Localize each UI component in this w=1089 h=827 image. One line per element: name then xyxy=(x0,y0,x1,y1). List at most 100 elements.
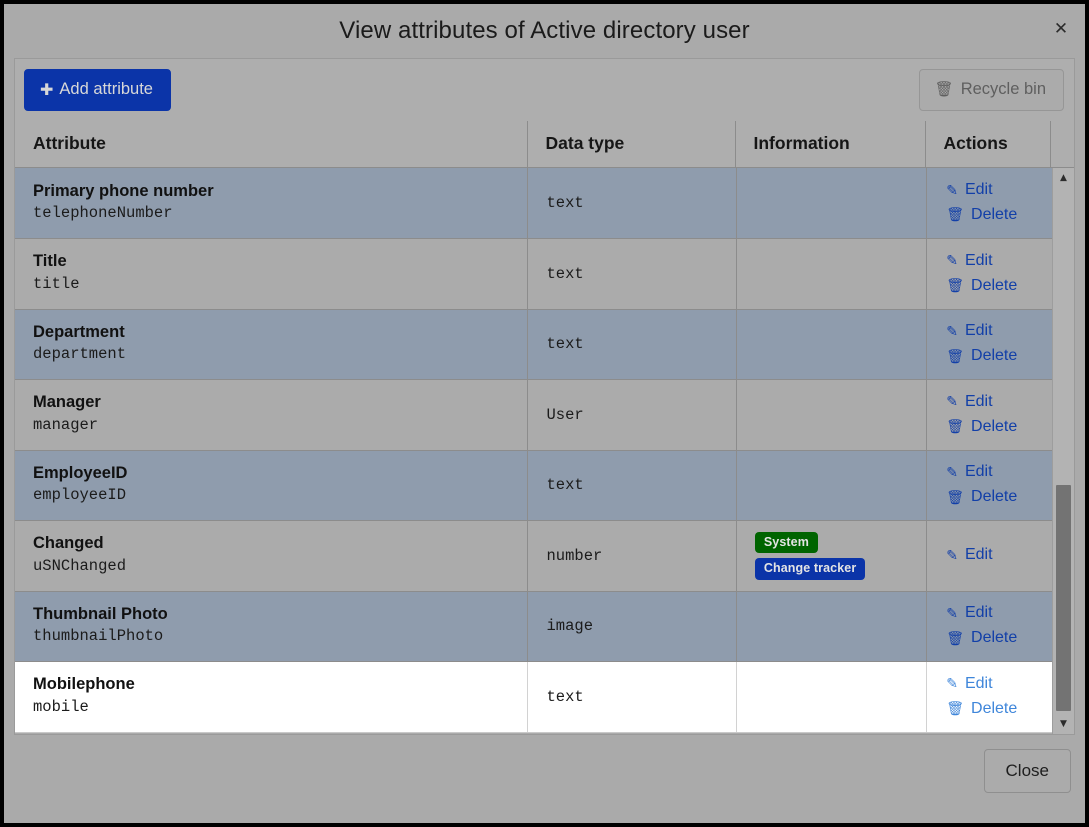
view-attributes-dialog: View attributes of Active directory user… xyxy=(4,4,1085,823)
action-links: ✎ Edit 🗑 Delete xyxy=(945,674,1052,720)
caret-down-icon[interactable]: ▼ xyxy=(1053,714,1075,734)
attribute-display-name: Changed xyxy=(33,534,104,553)
table-row[interactable]: EmployeeID employeeID text ✎ Edit 🗑 Delete xyxy=(15,450,1052,521)
cell-attribute: Title title xyxy=(15,238,529,310)
table-row[interactable]: Primary phone number telephoneNumber text ✎… xyxy=(15,168,1052,239)
recycle-bin-label: Recycle bin xyxy=(960,80,1046,99)
caret-up-icon[interactable]: ▲ xyxy=(1053,168,1075,188)
cell-data-type: image xyxy=(527,591,737,662)
edit-link[interactable]: ✎ Edit xyxy=(946,392,1052,413)
attributes-table-header: Attribute Data type Information Actions xyxy=(15,121,1074,168)
edit-link[interactable]: ✎ Edit xyxy=(946,251,1052,272)
attribute-ldap-name: manager xyxy=(33,415,99,434)
delete-link[interactable]: 🗑 Delete xyxy=(946,699,1052,720)
column-header-attribute: Attribute xyxy=(15,121,528,168)
cell-information xyxy=(736,168,928,239)
dialog-footer: Close xyxy=(4,735,1085,823)
column-header-information: Information xyxy=(735,121,926,168)
action-links: ✎ Edit xyxy=(945,545,1052,566)
scrollbar-track[interactable] xyxy=(1053,188,1074,714)
delete-link[interactable]: 🗑 Delete xyxy=(946,205,1052,226)
delete-link[interactable]: 🗑 Delete xyxy=(946,487,1052,508)
cell-attribute: Manager manager xyxy=(15,379,529,451)
delete-link-label: Delete xyxy=(971,417,1018,435)
action-links: ✎ Edit 🗑 Delete xyxy=(945,251,1052,297)
add-attribute-button[interactable]: ✚ Add attribute xyxy=(24,69,171,111)
cell-data-type: text xyxy=(527,661,737,733)
attribute-display-name: Title xyxy=(33,252,67,271)
delete-link-label: Delete xyxy=(971,347,1018,365)
attribute-ldap-name: telephoneNumber xyxy=(33,204,173,222)
cell-actions: ✎ Edit xyxy=(926,520,1052,592)
attribute-ldap-name: uSNChanged xyxy=(33,556,127,575)
cell-information: System Change tracker xyxy=(736,520,928,592)
edit-link[interactable]: ✎ Edit xyxy=(946,545,1052,566)
status-badge: System xyxy=(754,531,818,554)
cell-attribute: Department department xyxy=(15,309,529,380)
edit-link[interactable]: ✎ Edit xyxy=(946,603,1052,624)
table-row[interactable]: Manager manager User ✎ Edit 🗑 Delete xyxy=(15,379,1052,451)
edit-link[interactable]: ✎ Edit xyxy=(946,180,1052,201)
edit-link[interactable]: ✎ Edit xyxy=(946,462,1052,483)
edit-link-label: Edit xyxy=(964,322,993,340)
action-links: ✎ Edit 🗑 Delete xyxy=(945,180,1052,226)
column-header-actions: Actions xyxy=(925,121,1051,168)
cell-actions: ✎ Edit 🗑 Delete xyxy=(926,450,1052,521)
delete-link[interactable]: 🗑 Delete xyxy=(946,628,1052,649)
attribute-ldap-name: department xyxy=(33,345,127,364)
scrollbar-thumb[interactable] xyxy=(1056,485,1071,712)
attribute-ldap-name: employeeID xyxy=(33,486,127,505)
cell-actions: ✎ Edit 🗑 Delete xyxy=(926,238,1052,310)
table-row[interactable]: Thumbnail Photo thumbnailPhoto image ✎ Edit 🗑… xyxy=(15,591,1052,662)
delete-link[interactable]: 🗑 Delete xyxy=(946,276,1052,297)
pencil-icon: ✎ xyxy=(946,253,958,270)
cell-information xyxy=(736,309,928,380)
table-row[interactable]: Mobilephone mobile text ✎ Edit 🗑 Delete xyxy=(15,661,1052,733)
close-button[interactable]: Close xyxy=(983,749,1071,793)
table-toolbar: ✚ Add attribute 🗑 Recycle bin xyxy=(14,58,1075,121)
attribute-display-name: EmployeeID xyxy=(33,463,128,482)
cell-information xyxy=(736,379,928,451)
edit-link-label: Edit xyxy=(964,674,993,692)
add-attribute-label: Add attribute xyxy=(59,80,153,99)
edit-link[interactable]: ✎ Edit xyxy=(946,674,1052,695)
trash-icon: 🗑 xyxy=(946,419,965,436)
data-type-value: text xyxy=(546,476,584,495)
edit-link[interactable]: ✎ Edit xyxy=(946,321,1052,342)
cell-information xyxy=(736,238,928,310)
attribute-ldap-name: title xyxy=(33,274,80,293)
recycle-bin-button[interactable]: 🗑 Recycle bin xyxy=(918,69,1064,111)
cell-information xyxy=(736,450,928,521)
plus-icon: ✚ xyxy=(40,79,54,99)
delete-link-label: Delete xyxy=(971,699,1018,717)
action-links: ✎ Edit 🗑 Delete xyxy=(945,462,1052,508)
attribute-display-name: Mobilephone xyxy=(33,675,135,694)
table-row[interactable]: Title title text ✎ Edit 🗑 Delete xyxy=(15,238,1052,310)
table-header-row: Attribute Data type Information Actions xyxy=(15,121,1074,168)
edit-link-label: Edit xyxy=(964,463,993,481)
delete-link[interactable]: 🗑 Delete xyxy=(946,346,1052,367)
table-row[interactable]: Department department text ✎ Edit 🗑 Delete xyxy=(15,309,1052,380)
status-badge: Change tracker xyxy=(754,558,866,580)
delete-link[interactable]: 🗑 Delete xyxy=(946,417,1052,438)
pencil-icon: ✎ xyxy=(946,323,958,340)
data-type-value: text xyxy=(546,194,584,212)
attribute-display-name: Thumbnail Photo xyxy=(33,604,168,623)
table-scroll-area: Primary phone number telephoneNumber text ✎… xyxy=(15,168,1074,734)
cell-attribute: Primary phone number telephoneNumber xyxy=(15,168,529,239)
data-type-value: User xyxy=(546,405,584,424)
table-row[interactable]: Changed uSNChanged number System Change trac… xyxy=(15,520,1052,592)
edit-link-label: Edit xyxy=(964,604,993,622)
column-header-spacer xyxy=(1050,121,1074,168)
vertical-scrollbar[interactable]: ▲ ▼ xyxy=(1052,168,1074,734)
close-icon[interactable]: ✕ xyxy=(1049,17,1073,41)
cell-data-type: User xyxy=(527,379,737,451)
pencil-icon: ✎ xyxy=(946,676,958,693)
dialog-header: View attributes of Active directory user… xyxy=(4,4,1085,58)
trash-icon: 🗑 xyxy=(946,630,965,647)
trash-icon: 🗑 xyxy=(946,489,965,506)
pencil-icon: ✎ xyxy=(946,605,958,622)
action-links: ✎ Edit 🗑 Delete xyxy=(945,603,1052,649)
trash-icon: 🗑 xyxy=(946,701,965,718)
action-links: ✎ Edit 🗑 Delete xyxy=(945,321,1052,367)
